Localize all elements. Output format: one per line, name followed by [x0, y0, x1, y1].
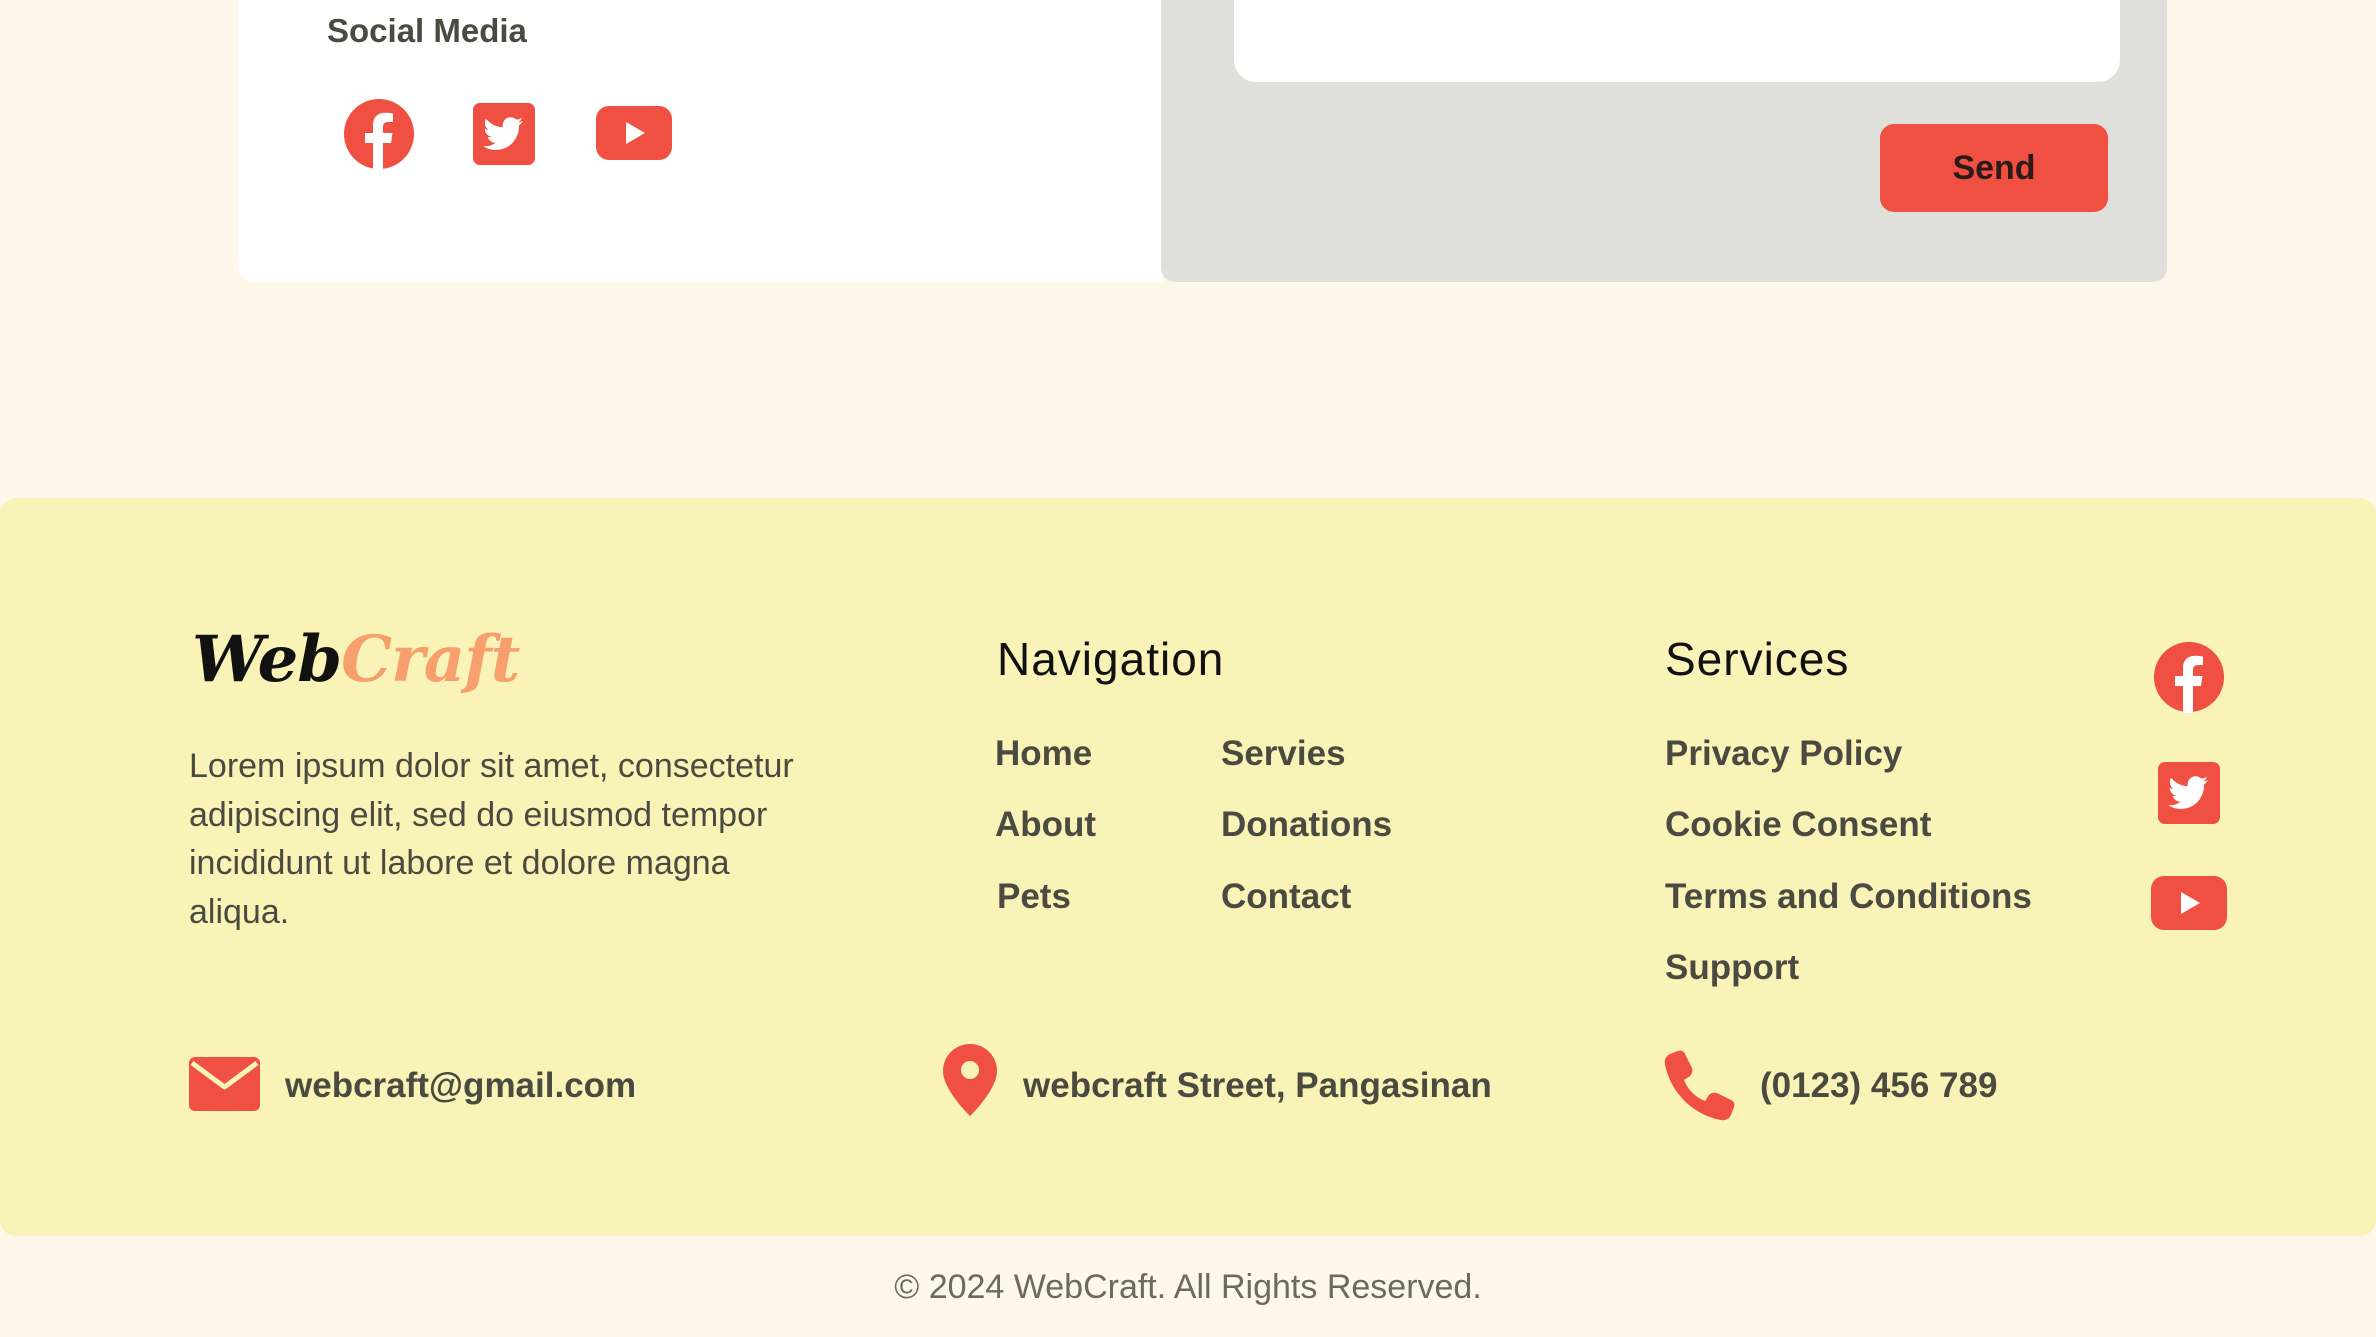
logo-text-craft: Craft — [341, 622, 520, 697]
facebook-icon — [344, 99, 414, 170]
youtube-icon — [2151, 876, 2227, 930]
footer-youtube-link[interactable] — [2151, 876, 2227, 930]
nav-link-donations[interactable]: Donations — [1221, 805, 1392, 845]
footer-twitter-link[interactable] — [2158, 762, 2220, 824]
youtube-icon — [596, 106, 672, 160]
logo-text-web: Web — [192, 622, 342, 697]
footer-about-text: Lorem ipsum dolor sit amet, consectetur … — [189, 747, 794, 931]
envelope-icon — [189, 1057, 260, 1111]
footer-facebook-link[interactable] — [2153, 641, 2225, 713]
service-link-support[interactable]: Support — [1665, 948, 1799, 988]
social-media-title: Social Media — [327, 12, 527, 49]
services-heading: Services — [1665, 633, 1850, 685]
send-button[interactable]: Send — [1880, 124, 2108, 212]
footer-address: webcraft Street, Pangasinan — [1023, 1066, 1492, 1105]
facebook-icon — [2154, 642, 2224, 713]
nav-link-contact[interactable]: Contact — [1221, 877, 1351, 917]
twitter-link[interactable] — [473, 103, 535, 165]
nav-link-about[interactable]: About — [995, 805, 1096, 845]
nav-link-services[interactable]: Servies — [1221, 734, 1346, 774]
copyright-text: © 2024 WebCraft. All Rights Reserved. — [894, 1268, 1482, 1306]
footer-logo[interactable]: WebCraft — [192, 622, 520, 697]
nav-link-pets[interactable]: Pets — [997, 877, 1071, 917]
youtube-link[interactable] — [596, 106, 672, 160]
facebook-link[interactable] — [343, 98, 415, 170]
phone-icon — [1664, 1050, 1735, 1121]
service-link-privacy-policy[interactable]: Privacy Policy — [1665, 734, 1902, 774]
service-link-terms[interactable]: Terms and Conditions — [1665, 877, 2032, 917]
footer-email[interactable]: webcraft@gmail.com — [285, 1066, 636, 1106]
message-textarea[interactable] — [1234, 0, 2120, 82]
nav-link-home[interactable]: Home — [995, 734, 1092, 774]
service-link-cookie-consent[interactable]: Cookie Consent — [1665, 805, 1931, 845]
map-pin-icon — [943, 1044, 997, 1116]
twitter-icon — [473, 103, 535, 165]
twitter-icon — [2158, 762, 2220, 824]
footer-phone[interactable]: (0123) 456 789 — [1760, 1066, 1997, 1106]
navigation-heading: Navigation — [997, 633, 1225, 685]
